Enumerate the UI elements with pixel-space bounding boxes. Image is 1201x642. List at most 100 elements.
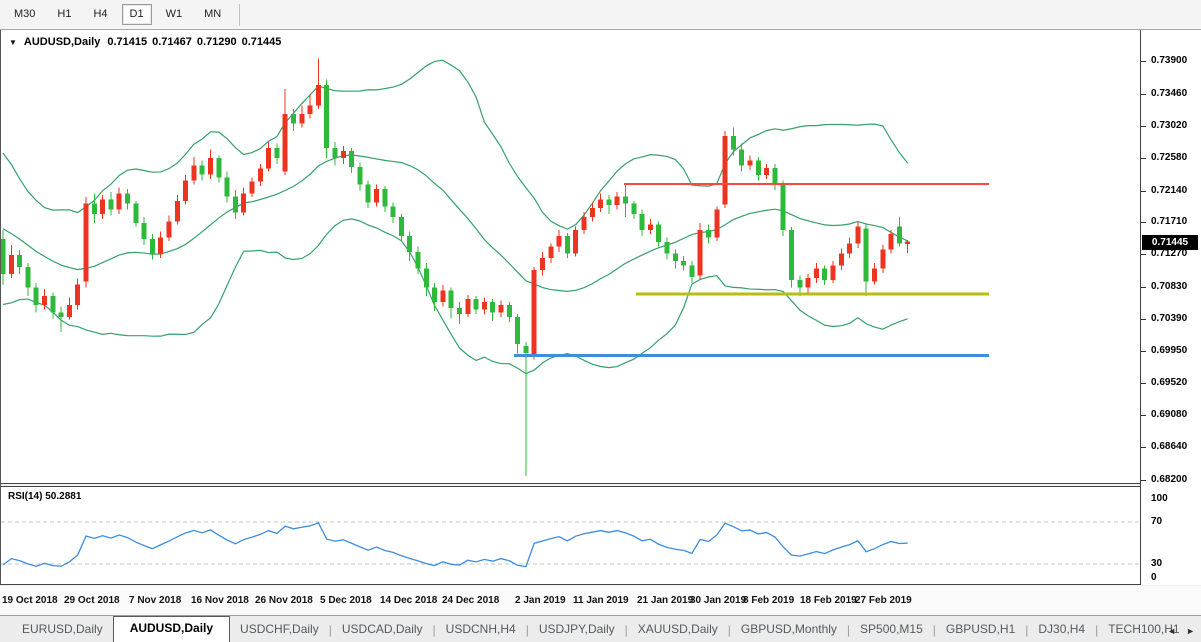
rsi-plot[interactable] xyxy=(1,487,1140,585)
candle-body xyxy=(457,308,462,314)
timeframe-button-h4[interactable]: H4 xyxy=(85,4,115,25)
price-axis-label: 0.71710 xyxy=(1151,216,1187,228)
candle-body xyxy=(308,105,313,114)
candle-body xyxy=(756,160,761,175)
price-axis-tick xyxy=(1141,158,1146,159)
date-axis[interactable]: 19 Oct 201829 Oct 20187 Nov 201816 Nov 2… xyxy=(0,586,1201,615)
candle-body xyxy=(665,242,670,254)
candle-body xyxy=(100,199,105,214)
candle-body xyxy=(689,265,694,277)
candle-body xyxy=(266,148,271,169)
candle-body xyxy=(424,268,429,287)
candle-body xyxy=(781,185,786,231)
candle-body xyxy=(706,230,711,237)
candle-body xyxy=(382,189,387,207)
tab-usdchf-daily[interactable]: USDCHF,Daily xyxy=(230,618,329,642)
tab-usdcnh-h4[interactable]: USDCNH,H4 xyxy=(436,618,526,642)
rsi-axis-label: 70 xyxy=(1151,516,1162,527)
symbol-tab-bar: EURUSD,DailyAUDUSD,DailyUSDCHF,Daily|USD… xyxy=(0,615,1201,642)
tab-scroll-left-icon[interactable]: ◄ xyxy=(1167,626,1176,636)
chart-window[interactable]: ▼ AUDUSD,Daily 0.71415 0.71467 0.71290 0… xyxy=(0,30,1140,585)
mt4-terminal: M30 H1 H4 D1 W1MN ▼ AUDUSD,Daily 0.71415 0.7… xyxy=(0,0,1201,642)
tab-xauusd-daily[interactable]: XAUUSD,Daily xyxy=(628,618,728,642)
price-axis-label: 0.70830 xyxy=(1151,281,1187,293)
candle-body xyxy=(789,230,794,280)
price-axis-tick xyxy=(1141,447,1146,448)
price-axis-label: 0.72140 xyxy=(1151,185,1187,197)
date-axis-label: 5 Dec 2018 xyxy=(320,595,372,606)
main-chart-plot[interactable] xyxy=(1,30,1140,483)
price-axis-tick xyxy=(1141,415,1146,416)
candle-body xyxy=(374,189,379,202)
candle-body xyxy=(133,204,138,223)
tab-dj30-h4[interactable]: DJ30,H4 xyxy=(1028,618,1095,642)
candle-body xyxy=(582,217,587,230)
candle-body xyxy=(905,242,910,244)
candle-body xyxy=(880,249,885,268)
candle-body xyxy=(391,207,396,217)
date-axis-label: 24 Dec 2018 xyxy=(442,595,499,606)
candle-body xyxy=(34,287,39,305)
candle-body xyxy=(316,85,321,106)
candle-body xyxy=(167,221,172,237)
timeframe-button-d1[interactable]: D1 xyxy=(122,4,152,25)
date-axis-label: 18 Feb 2019 xyxy=(800,595,857,606)
timeframe-button-h1[interactable]: H1 xyxy=(49,4,79,25)
price-axis-label: 0.72580 xyxy=(1151,152,1187,164)
timeframe-button-m30[interactable]: M30 xyxy=(6,4,43,25)
candle-body xyxy=(648,224,653,230)
price-axis-tick xyxy=(1141,126,1146,127)
candle-body xyxy=(175,201,180,222)
symbol-dropdown-icon: ▼ xyxy=(9,38,17,47)
candle-body xyxy=(615,196,620,205)
candle-body xyxy=(540,258,545,270)
candle-body xyxy=(274,148,279,158)
candle-body xyxy=(897,227,902,244)
ohlc-high: 0.71467 xyxy=(152,36,192,48)
candle-body xyxy=(291,114,296,124)
date-axis-label: 7 Nov 2018 xyxy=(129,595,181,606)
price-axis-tick xyxy=(1141,383,1146,384)
candle-body xyxy=(25,267,30,288)
price-axis-label: 0.73460 xyxy=(1151,88,1187,100)
candle-body xyxy=(357,167,362,185)
candle-body xyxy=(573,230,578,253)
bollinger-bands xyxy=(3,60,908,374)
date-axis-label: 16 Nov 2018 xyxy=(191,595,249,606)
candle-body xyxy=(864,229,869,282)
rsi-axis-label: 0 xyxy=(1151,572,1157,583)
tab-sp500-m15[interactable]: SP500,M15 xyxy=(850,618,933,642)
candle-body xyxy=(299,114,304,124)
tab-usdjpy-daily[interactable]: USDJPY,Daily xyxy=(529,618,625,642)
tab-gbpusd-h1[interactable]: GBPUSD,H1 xyxy=(936,618,1025,642)
chart-title: ▼ AUDUSD,Daily 0.71415 0.71467 0.71290 0… xyxy=(9,36,281,48)
candle-body xyxy=(125,193,130,203)
tab-usdcad-daily[interactable]: USDCAD,Daily xyxy=(332,618,433,642)
horizontal-lines[interactable] xyxy=(514,184,989,356)
candle-body xyxy=(191,166,196,181)
candle-body xyxy=(341,151,346,158)
chart-title-symbol: AUDUSD,Daily xyxy=(24,36,100,48)
candle-body xyxy=(822,268,827,280)
price-axis-tick xyxy=(1141,351,1146,352)
candle-body xyxy=(839,254,844,266)
candle-body xyxy=(673,254,678,261)
candle-body xyxy=(532,270,537,355)
price-axis[interactable]: 0.739000.734600.730200.725800.721400.717… xyxy=(1140,30,1201,585)
candle-body xyxy=(200,166,205,175)
tab-audusd-daily[interactable]: AUDUSD,Daily xyxy=(113,616,230,642)
timeframe-button-w1[interactable]: W1 xyxy=(158,4,191,25)
tab-scroll-right-icon[interactable]: ► xyxy=(1186,626,1195,636)
candle-body xyxy=(432,287,437,302)
price-axis-tick xyxy=(1141,287,1146,288)
date-axis-label: 29 Oct 2018 xyxy=(64,595,120,606)
candle-body xyxy=(681,261,686,265)
candle-body xyxy=(42,296,47,305)
tab-gbpusd-monthly[interactable]: GBPUSD,Monthly xyxy=(731,618,847,642)
timeframe-button-mn[interactable]: MN xyxy=(196,4,229,25)
candle-body xyxy=(9,255,14,274)
tab-eurusd-daily[interactable]: EURUSD,Daily xyxy=(12,618,113,642)
candle-body xyxy=(216,158,221,177)
candle-body xyxy=(739,149,744,165)
price-axis-tick xyxy=(1141,191,1146,192)
